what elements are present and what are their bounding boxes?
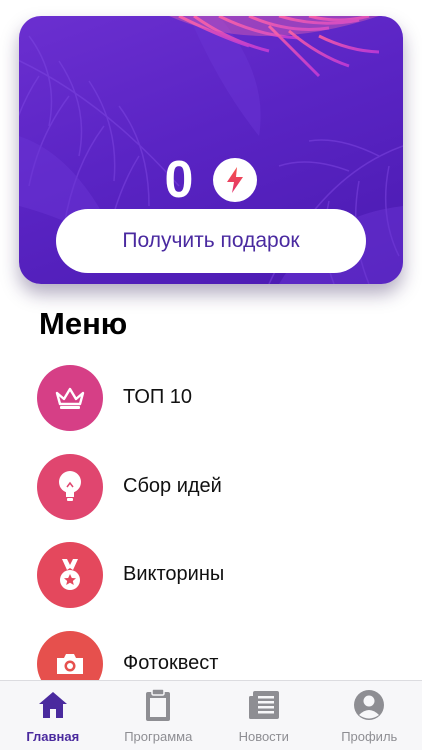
get-gift-button[interactable]: Получить подарок: [56, 209, 366, 273]
menu-item-top10[interactable]: ТОП 10: [37, 365, 407, 454]
tab-profile[interactable]: Профиль: [317, 681, 422, 750]
gift-card: 0 Получить подарок: [19, 16, 403, 284]
tab-label: Программа: [124, 729, 193, 744]
tab-program[interactable]: Программа: [106, 681, 212, 750]
bottom-tab-bar: Главная Программа Новости Профиль: [0, 680, 422, 750]
lightning-bolt-icon: [213, 158, 258, 202]
tab-home[interactable]: Главная: [0, 681, 106, 750]
tab-news[interactable]: Новости: [211, 681, 317, 750]
tab-label: Профиль: [341, 729, 398, 744]
menu-item-label: Сбор идей: [123, 474, 222, 497]
clipboard-icon: [144, 687, 172, 723]
tab-label: Новости: [238, 729, 289, 744]
medal-icon: [37, 542, 103, 608]
menu-item-label: ТОП 10: [123, 386, 193, 408]
menu-title: Меню: [39, 306, 128, 341]
lightbulb-icon: [37, 453, 103, 520]
bonus-count: 0: [164, 151, 194, 209]
tab-label: Главная: [26, 729, 80, 744]
menu-list: ТОП 10 Сбор идей Викторины Фотоквест: [37, 365, 407, 719]
home-icon: [37, 687, 69, 723]
menu-item-label: Викторины: [123, 563, 225, 585]
main-screen: 0 Получить подарок Меню ТОП 10 Сбор идей…: [0, 0, 422, 750]
newspaper-icon: [248, 687, 280, 723]
menu-item-ideas[interactable]: Сбор идей: [37, 453, 407, 543]
crown-icon: [37, 365, 103, 431]
bonus-counter: 0: [19, 154, 403, 206]
menu-item-label: Фотоквест: [123, 651, 219, 674]
profile-icon: [353, 687, 385, 723]
menu-item-quizzes[interactable]: Викторины: [37, 542, 407, 631]
